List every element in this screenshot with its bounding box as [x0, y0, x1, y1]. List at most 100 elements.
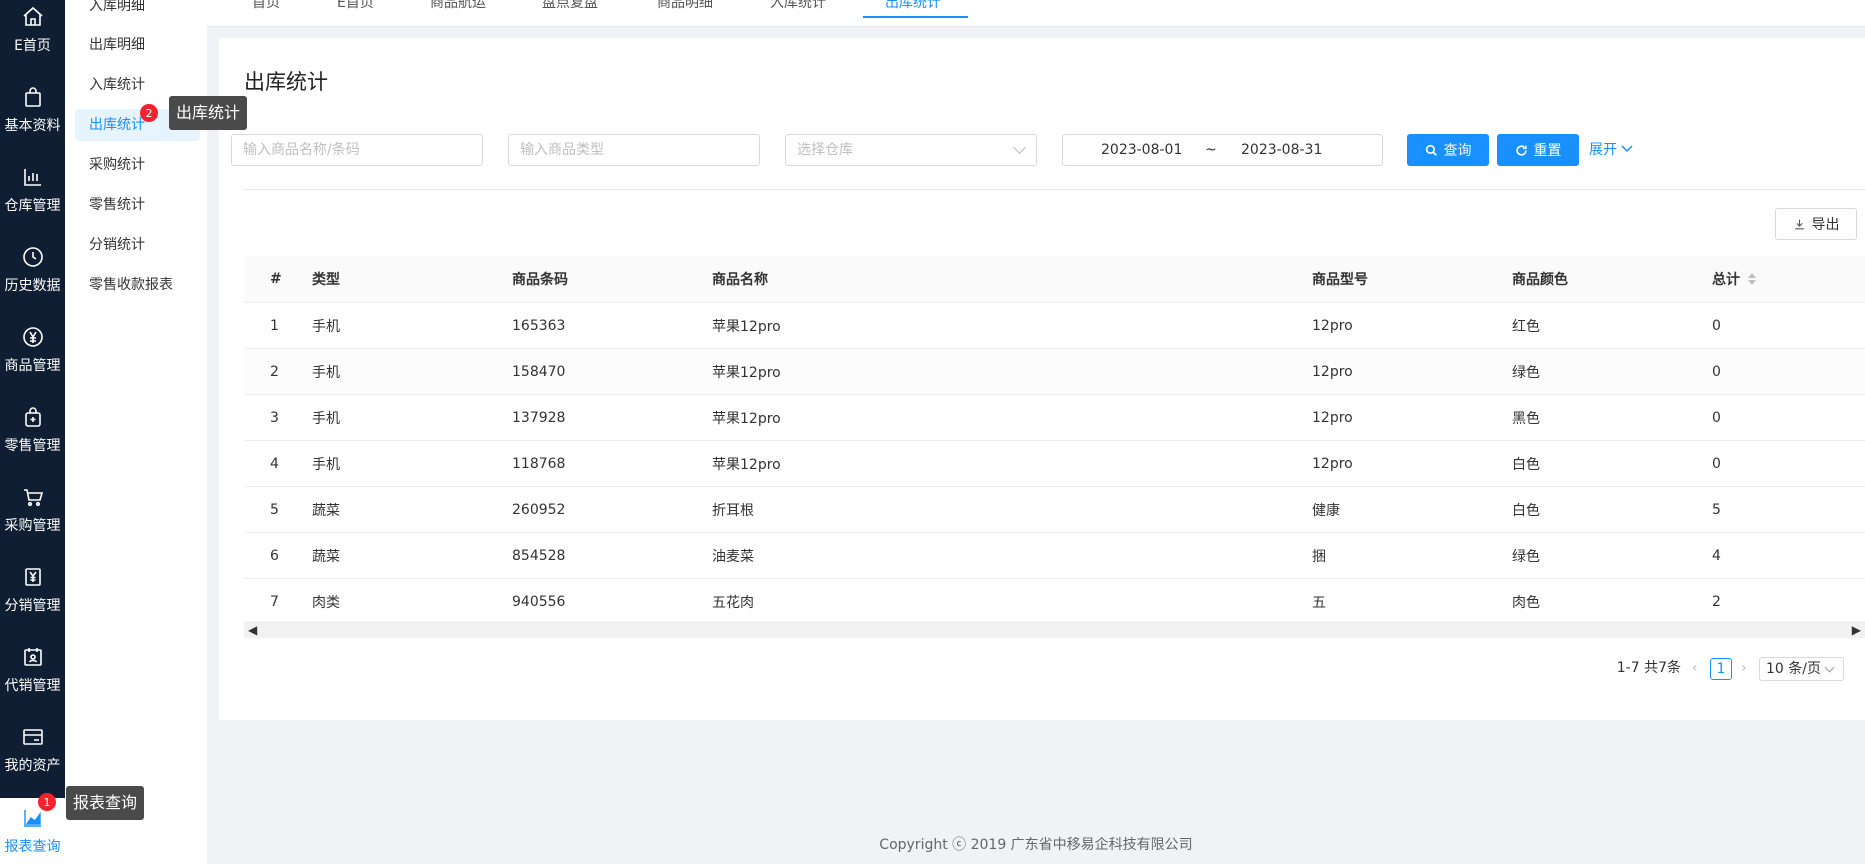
- header-model: 商品型号: [1312, 272, 1368, 288]
- reset-button-label: 重置: [1533, 143, 1562, 159]
- cell-type: 蔬菜: [312, 548, 340, 565]
- rail-item-consignment[interactable]: 代销管理: [0, 630, 65, 710]
- cell-color: 绿色: [1512, 364, 1540, 381]
- cell-model: 12pro: [1312, 363, 1353, 380]
- icon-rail: E首页 基本资料 仓库管理 历史数据 商品管理 零售管理 采购管理 分销管理 代…: [0, 0, 65, 864]
- cell-total: 0: [1712, 363, 1721, 380]
- submenu-item-purchase-stats[interactable]: 采购统计: [75, 149, 200, 181]
- cell-index: 1: [270, 317, 279, 334]
- table-row[interactable]: 4 手机 118768 苹果12pro 12pro 白色 0: [244, 441, 1865, 487]
- chevron-down-icon: [1013, 141, 1026, 154]
- submenu-item-outbound-detail[interactable]: 出库明细: [75, 29, 200, 61]
- cell-model: 健康: [1312, 502, 1340, 519]
- filter-divider: [244, 189, 1865, 190]
- tab-goods-detail[interactable]: 商品明细: [657, 0, 713, 18]
- cell-total: 0: [1712, 409, 1721, 426]
- table-row[interactable]: 5 蔬菜 260952 折耳根 健康 白色 5: [244, 487, 1865, 533]
- tab-inbound-stats[interactable]: 入库统计: [770, 0, 826, 18]
- rail-label: 零售管理: [4, 438, 61, 454]
- header-color: 商品颜色: [1512, 272, 1568, 288]
- header-barcode: 商品条码: [512, 272, 568, 288]
- date-range-picker[interactable]: 2023-08-01 ~ 2023-08-31: [1062, 134, 1383, 166]
- table-row[interactable]: 6 蔬菜 854528 油麦菜 捆 绿色 4: [244, 533, 1865, 579]
- cell-goods-name: 油麦菜: [712, 548, 754, 565]
- cell-color: 白色: [1512, 456, 1540, 473]
- rail-item-history[interactable]: 历史数据: [0, 230, 65, 310]
- scroll-right-arrow-icon[interactable]: ▶: [1852, 623, 1861, 637]
- header-goods-name: 商品名称: [712, 272, 768, 288]
- pagination-next[interactable]: ›: [1741, 656, 1747, 680]
- rail-item-reports[interactable]: 报表查询: [0, 798, 65, 864]
- rail-label: E首页: [14, 38, 51, 54]
- scroll-left-arrow-icon[interactable]: ◀: [248, 623, 257, 637]
- page-size-select[interactable]: 10 条/页: [1759, 657, 1844, 681]
- rail-item-home[interactable]: E首页: [0, 0, 65, 70]
- rail-label: 商品管理: [4, 358, 61, 374]
- rail-label: 报表查询: [4, 839, 61, 855]
- pagination-prev[interactable]: ‹: [1692, 656, 1698, 680]
- card-icon: [22, 729, 43, 745]
- date-separator: ~: [1205, 142, 1217, 158]
- expand-filters-link[interactable]: 展开: [1589, 134, 1633, 166]
- header-index: #: [270, 271, 282, 287]
- warehouse-select[interactable]: 选择仓库: [785, 134, 1037, 166]
- rail-item-basic-info[interactable]: 基本资料: [0, 70, 65, 150]
- rail-label: 我的资产: [4, 758, 61, 774]
- reset-button[interactable]: 重置: [1497, 134, 1579, 166]
- tab-inventory-review[interactable]: 盘点复盘: [542, 0, 598, 18]
- cell-barcode: 940556: [512, 593, 566, 610]
- header-total[interactable]: 总计: [1712, 256, 1756, 302]
- horizontal-scrollbar[interactable]: ◀ ▶: [244, 621, 1865, 638]
- table-row[interactable]: 2 手机 158470 苹果12pro 12pro 绿色 0: [244, 349, 1865, 395]
- rail-item-warehouse[interactable]: 仓库管理: [0, 150, 65, 230]
- cell-goods-name: 五花肉: [712, 594, 754, 611]
- header-total-label: 总计: [1712, 272, 1740, 288]
- rail-item-distribution[interactable]: 分销管理: [0, 550, 65, 630]
- cell-index: 2: [270, 363, 279, 380]
- cell-total: 0: [1712, 455, 1721, 472]
- rail-item-assets[interactable]: 我的资产: [0, 710, 65, 790]
- cell-color: 白色: [1512, 502, 1540, 519]
- submenu-item-inbound-detail[interactable]: 入库明细: [75, 0, 200, 22]
- submenu-item-retail-receipts[interactable]: 零售收款报表: [75, 269, 200, 301]
- cell-goods-name: 苹果12pro: [712, 318, 781, 335]
- submenu-item-retail-stats[interactable]: 零售统计: [75, 189, 200, 221]
- sort-icon[interactable]: [1748, 273, 1756, 285]
- outbound-stats-tooltip: 出库统计: [169, 96, 248, 130]
- cell-type: 手机: [312, 364, 340, 381]
- main-card: 出库统计 输入商品名称/条码 输入商品类型 选择仓库 2023-08-01 ~ …: [219, 38, 1865, 720]
- rail-item-goods[interactable]: 商品管理: [0, 310, 65, 390]
- date-end[interactable]: 2023-08-31: [1241, 135, 1322, 165]
- tab-e-home[interactable]: E首页: [337, 0, 374, 18]
- cell-model: 12pro: [1312, 409, 1353, 426]
- table-row[interactable]: 1 手机 165363 苹果12pro 12pro 红色 0: [244, 303, 1865, 349]
- cell-total: 2: [1712, 593, 1721, 610]
- export-button[interactable]: 导出: [1775, 208, 1857, 240]
- cell-total: 0: [1712, 317, 1721, 334]
- cell-type: 手机: [312, 318, 340, 335]
- cell-barcode: 158470: [512, 363, 566, 380]
- cell-barcode: 854528: [512, 547, 566, 564]
- home-icon: [22, 6, 43, 26]
- tab-goods-transport[interactable]: 商品航运: [430, 0, 486, 18]
- warehouse-select-placeholder: 选择仓库: [797, 142, 853, 158]
- date-start[interactable]: 2023-08-01: [1101, 135, 1182, 165]
- cell-color: 红色: [1512, 318, 1540, 335]
- table-row[interactable]: 7 肉类 940556 五花肉 五 肉色 2: [244, 579, 1865, 625]
- cell-model: 捆: [1312, 548, 1326, 565]
- cell-color: 绿色: [1512, 548, 1540, 565]
- table-row[interactable]: 3 手机 137928 苹果12pro 12pro 黑色 0: [244, 395, 1865, 441]
- rail-item-purchase[interactable]: 采购管理: [0, 470, 65, 550]
- search-button[interactable]: 查询: [1407, 134, 1489, 166]
- submenu-item-distribution-stats[interactable]: 分销统计: [75, 229, 200, 261]
- clock-icon: [22, 247, 43, 267]
- cell-barcode: 165363: [512, 317, 566, 334]
- goods-type-input[interactable]: 输入商品类型: [508, 134, 760, 166]
- report-query-tooltip: 报表查询: [66, 786, 145, 820]
- chevron-down-icon: [1824, 662, 1835, 673]
- cart-icon: [23, 489, 43, 507]
- rail-item-retail[interactable]: 零售管理: [0, 390, 65, 470]
- tab-home[interactable]: 首页: [252, 0, 280, 18]
- pagination-page-current[interactable]: 1: [1710, 658, 1732, 680]
- goods-name-input[interactable]: 输入商品名称/条码: [231, 134, 483, 166]
